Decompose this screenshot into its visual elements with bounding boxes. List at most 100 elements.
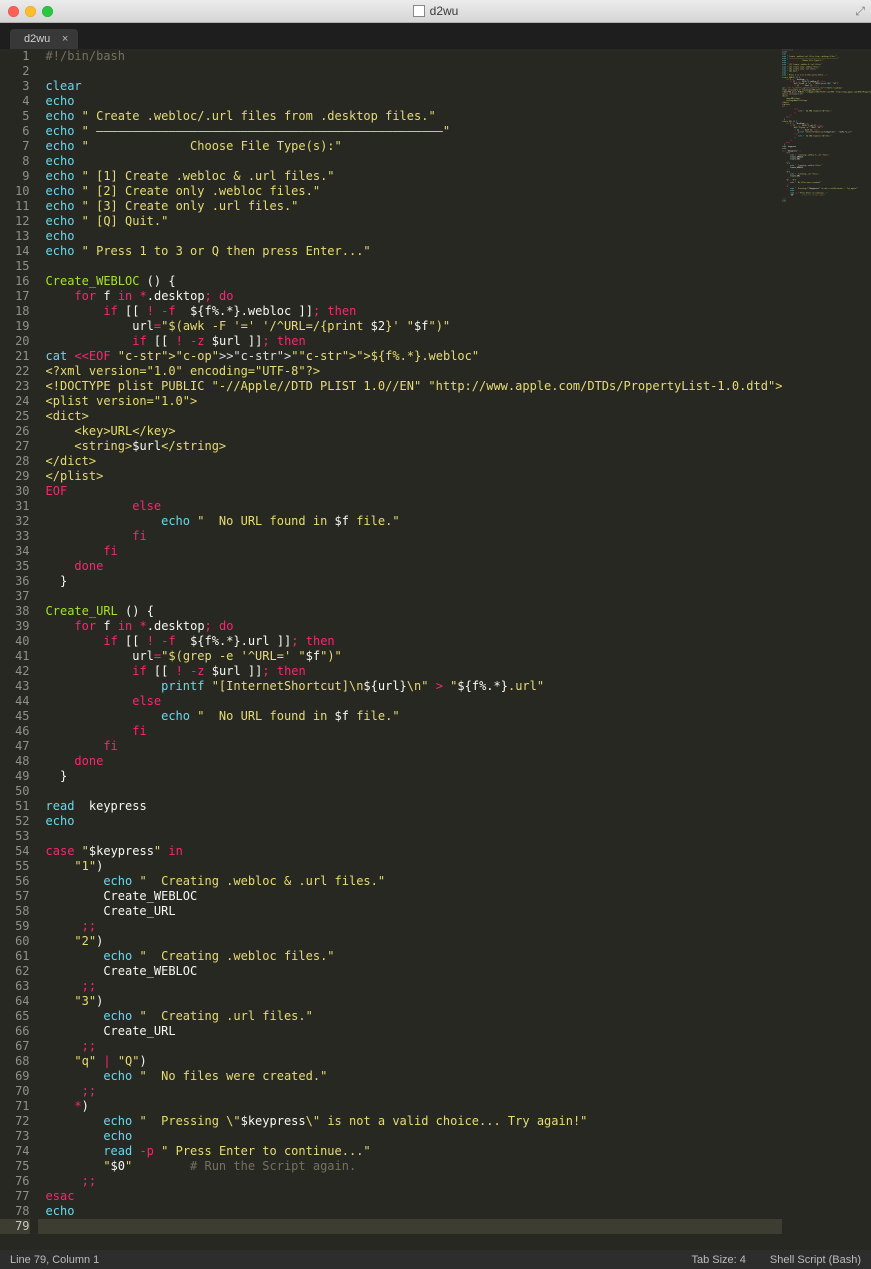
line-number: 11 [0,199,30,214]
status-cursor-position[interactable]: Line 79, Column 1 [10,1254,99,1266]
code-line[interactable]: done [38,559,783,574]
code-line[interactable]: Create_WEBLOC [38,964,783,979]
code-line[interactable]: Create_URL [38,1024,783,1039]
code-line[interactable]: clear [38,79,783,94]
code-line[interactable] [38,259,783,274]
code-line[interactable]: echo " Choose File Type(s):" [38,139,783,154]
code-line[interactable]: *) [38,1099,783,1114]
code-line[interactable]: if [[ ! -f ${f%.*}.webloc ]]; then [38,304,783,319]
code-line[interactable]: esac [38,1189,783,1204]
code-line[interactable]: fi [38,529,783,544]
code-line[interactable]: Create_URL [38,904,783,919]
minimap[interactable]: #!/bin/bashclearechoecho " Create .weblo… [782,49,871,1250]
line-number: 62 [0,964,30,979]
code-line[interactable] [38,589,783,604]
line-number: 13 [0,229,30,244]
line-number: 76 [0,1174,30,1189]
code-line[interactable]: echo " Press 1 to 3 or Q then press Ente… [38,244,783,259]
code-line[interactable]: echo " [2] Create only .webloc files." [38,184,783,199]
code-line[interactable]: echo " Create .webloc/.url files from .d… [38,109,783,124]
code-line[interactable]: <key>URL</key> [38,424,783,439]
code-line[interactable]: if [[ ! -f ${f%.*}.url ]]; then [38,634,783,649]
code-line[interactable]: if [[ ! -z $url ]]; then [38,664,783,679]
line-number: 2 [0,64,30,79]
code-line[interactable]: } [38,769,783,784]
code-line[interactable]: "1") [38,859,783,874]
code-line[interactable]: <string>$url</string> [38,439,783,454]
code-line[interactable]: echo " Pressing \"$keypress\" is not a v… [38,1114,783,1129]
line-number: 36 [0,574,30,589]
code-line[interactable]: url="$(grep -e '^URL=' "$f")" [38,649,783,664]
code-line[interactable]: ;; [38,919,783,934]
code-line[interactable]: echo " Creating .webloc files." [38,949,783,964]
code-line[interactable]: read keypress [38,799,783,814]
code-line[interactable]: <plist version="1.0"> [38,394,783,409]
line-number: 51 [0,799,30,814]
code-line[interactable]: echo " No URL found in $f file." [38,709,783,724]
code-line[interactable]: echo " Creating .webloc & .url files." [38,874,783,889]
fullscreen-icon[interactable]: ⤢ [855,4,865,19]
code-line[interactable]: echo " No files were created." [38,1069,783,1084]
line-number: 46 [0,724,30,739]
code-line[interactable] [38,64,783,79]
code-line[interactable]: cat <<EOF "c-str">"c-op">>"c-str">""c-st… [38,349,783,364]
code-line[interactable]: done [38,754,783,769]
code-line[interactable]: Create_WEBLOC () { [38,274,783,289]
code-line[interactable]: Create_WEBLOC [38,889,783,904]
code-line[interactable]: ;; [38,979,783,994]
code-line[interactable]: echo [38,94,783,109]
status-tab-size[interactable]: Tab Size: 4 [691,1254,745,1266]
code-line[interactable]: ;; [38,1084,783,1099]
line-number: 45 [0,709,30,724]
code-line[interactable] [38,784,783,799]
code-line[interactable]: fi [38,544,783,559]
code-line[interactable]: "3") [38,994,783,1009]
code-line[interactable] [38,829,783,844]
code-line[interactable]: echo " —————————————————————————————————… [38,124,783,139]
code-line[interactable]: echo " [1] Create .webloc & .url files." [38,169,783,184]
status-syntax[interactable]: Shell Script (Bash) [770,1254,861,1266]
titlebar: d2wu ⤢ [0,0,871,23]
code-line[interactable] [38,1219,783,1234]
window-title: d2wu [0,4,871,18]
line-number: 61 [0,949,30,964]
code-line[interactable]: for f in *.desktop; do [38,619,783,634]
code-line[interactable]: echo [38,154,783,169]
code-line[interactable]: echo " [Q] Quit." [38,214,783,229]
code-line[interactable]: read -p " Press Enter to continue..." [38,1144,783,1159]
code-line[interactable]: printf "[InternetShortcut]\n${url}\n" > … [38,679,783,694]
code-line[interactable]: else [38,694,783,709]
code-line[interactable]: "$0" # Run the Script again. [38,1159,783,1174]
code-line[interactable]: ;; [38,1039,783,1054]
code-line[interactable]: case "$keypress" in [38,844,783,859]
code-line[interactable]: Create_URL () { [38,604,783,619]
code-line[interactable]: echo [38,1204,783,1219]
code-line[interactable]: "2") [38,934,783,949]
line-number: 8 [0,154,30,169]
code-area[interactable]: #!/bin/bashclearechoecho " Create .weblo… [38,49,783,1250]
code-line[interactable]: if [[ ! -z $url ]]; then [38,334,783,349]
code-line[interactable]: #!/bin/bash [38,49,783,64]
tab-d2wu[interactable]: d2wu × [10,29,78,49]
tab-close-icon[interactable]: × [62,33,68,45]
code-line[interactable]: <?xml version="1.0" encoding="UTF-8"?> [38,364,783,379]
code-line[interactable]: echo " [3] Create only .url files." [38,199,783,214]
code-line[interactable]: else [38,499,783,514]
code-line[interactable]: url="$(awk -F '=' '/^URL=/{print $2}' "$… [38,319,783,334]
code-line[interactable]: echo [38,814,783,829]
code-line[interactable]: echo " No URL found in $f file." [38,514,783,529]
code-line[interactable]: EOF [38,484,783,499]
code-line[interactable]: "q" | "Q") [38,1054,783,1069]
code-line[interactable]: </plist> [38,469,783,484]
code-line[interactable]: fi [38,739,783,754]
code-line[interactable]: echo [38,1129,783,1144]
code-line[interactable]: echo [38,229,783,244]
code-line[interactable]: </dict> [38,454,783,469]
code-line[interactable]: ;; [38,1174,783,1189]
code-line[interactable]: echo " Creating .url files." [38,1009,783,1024]
code-line[interactable]: <!DOCTYPE plist PUBLIC "-//Apple//DTD PL… [38,379,783,394]
code-line[interactable]: fi [38,724,783,739]
code-line[interactable]: } [38,574,783,589]
code-line[interactable]: for f in *.desktop; do [38,289,783,304]
code-line[interactable]: <dict> [38,409,783,424]
